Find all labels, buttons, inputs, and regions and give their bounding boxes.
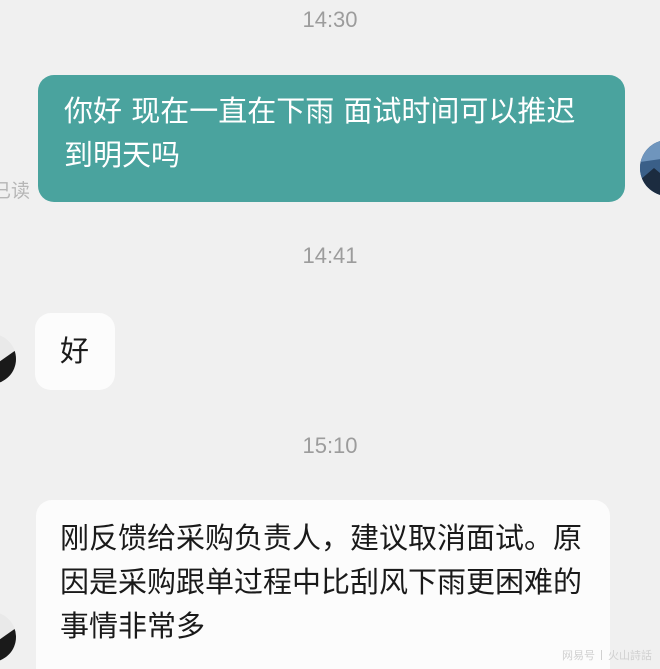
watermark-author: 火山詩話 [608,649,652,662]
contact-avatar[interactable] [0,334,16,384]
avatar-image [0,334,16,384]
chat-window: 14:30 你好 现在一直在下雨 面试时间可以推迟到明天吗 已读 14:41 好… [0,0,660,669]
timestamp: 14:30 [302,7,358,32]
message-text: 你好 现在一直在下雨 面试时间可以推迟到明天吗 [64,94,576,172]
watermark: 网易号 火山詩話 [562,647,652,663]
contact-avatar[interactable] [0,612,16,662]
self-avatar[interactable] [640,140,660,196]
message-text: 刚反馈给采购负责人，建议取消面试。原因是采购跟单过程中比刮风下雨更困难的事情非常… [60,521,583,643]
watermark-source: 网易号 [562,649,595,662]
timestamp: 15:10 [302,433,358,458]
avatar-image [0,612,16,662]
outgoing-message-bubble[interactable]: 你好 现在一直在下雨 面试时间可以推迟到明天吗 [38,75,625,202]
message-text: 好 [60,334,90,368]
timestamp: 14:41 [302,243,358,268]
read-status: 已读 [0,180,31,202]
watermark-divider [601,650,602,660]
incoming-message-bubble[interactable]: 好 [35,313,115,390]
avatar-image [640,140,660,196]
incoming-message-bubble[interactable]: 刚反馈给采购负责人，建议取消面试。原因是采购跟单过程中比刮风下雨更困难的事情非常… [36,500,610,669]
